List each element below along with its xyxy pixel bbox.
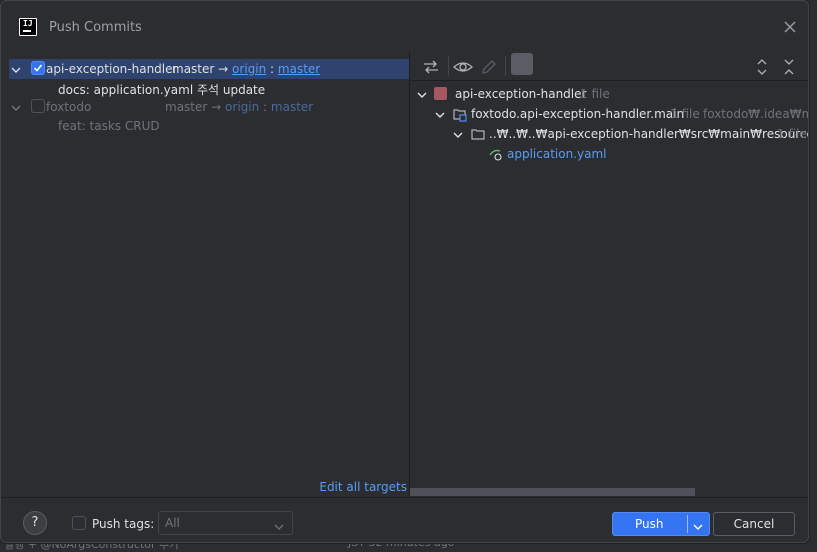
- push-dropdown-chevron-icon[interactable]: [693, 520, 703, 530]
- remote-link[interactable]: origin: [232, 62, 266, 76]
- tree-root-count: 1 file: [580, 87, 610, 101]
- remote-link[interactable]: origin: [225, 100, 259, 114]
- chevron-down-icon[interactable]: [417, 89, 427, 99]
- arrow: →: [211, 100, 222, 114]
- push-commits-dialog: IJ Push Commits api-exception-handler ma…: [0, 0, 809, 543]
- help-button[interactable]: ?: [23, 511, 47, 535]
- push-button-label: Push: [635, 517, 664, 531]
- branch-target: master → origin : master: [165, 100, 313, 114]
- tree-module-label: foxtodo.api-exception-handler.main: [471, 107, 685, 121]
- push-tags-label: Push tags:: [92, 517, 155, 531]
- repo-checkbox-unchecked[interactable]: [31, 99, 45, 113]
- group-by-icon[interactable]: [511, 53, 533, 75]
- eye-icon[interactable]: [452, 56, 474, 78]
- chevron-down-icon: [274, 520, 284, 530]
- repo-color-icon: [434, 87, 447, 100]
- yaml-file-icon: [488, 146, 504, 165]
- commit-message[interactable]: feat: tasks CRUD: [58, 119, 160, 133]
- toolbar-separator: [448, 56, 449, 76]
- edit-all-targets-link[interactable]: Edit all targets: [319, 480, 407, 494]
- remote-branch-link[interactable]: master: [271, 100, 313, 114]
- changes-panel: api-exception-handler 1 file foxtodo.api…: [410, 51, 809, 497]
- bottom-bar: ? Push tags: All Push Cancel: [1, 497, 808, 542]
- module-icon: [452, 106, 468, 125]
- arrow: →: [218, 62, 229, 76]
- push-button[interactable]: Push: [612, 512, 710, 536]
- tree-file[interactable]: application.yaml: [410, 144, 808, 165]
- tree-module-path: foxtodo₩.idea₩mod: [703, 107, 808, 121]
- repo-name: api-exception-handler: [46, 62, 178, 76]
- tree-folder-label: ..₩..₩..₩api-exception-handler₩src₩main₩…: [489, 127, 809, 141]
- separator: :: [270, 62, 275, 76]
- edit-icon[interactable]: [478, 56, 500, 78]
- chevron-down-icon[interactable]: [435, 109, 445, 119]
- tree-folder[interactable]: ..₩..₩..₩api-exception-handler₩src₩main₩…: [410, 124, 809, 145]
- horizontal-scrollbar[interactable]: [410, 488, 695, 496]
- commits-panel: api-exception-handler master → origin : …: [9, 53, 409, 497]
- chevron-down-icon[interactable]: [453, 129, 463, 139]
- push-tags-checkbox[interactable]: [72, 516, 86, 530]
- separator: :: [263, 100, 268, 114]
- chevron-down-icon[interactable]: [11, 102, 21, 112]
- commit-message[interactable]: docs: application.yaml 주석 update: [58, 81, 265, 98]
- branch-target: master → origin : master: [172, 62, 320, 76]
- expand-all-icon[interactable]: [751, 56, 773, 78]
- tree-root-label: api-exception-handler: [455, 87, 587, 101]
- repo-checkbox-checked[interactable]: [31, 61, 45, 75]
- local-branch: master: [165, 100, 208, 114]
- tree-root-repo[interactable]: api-exception-handler 1 file: [410, 84, 808, 104]
- folder-icon: [470, 126, 486, 145]
- cancel-button[interactable]: Cancel: [713, 512, 795, 536]
- tree-file-label: application.yaml: [507, 147, 607, 161]
- tree-module[interactable]: foxtodo.api-exception-handler.main 1 fil…: [410, 104, 808, 125]
- toolbar-separator: [505, 56, 506, 76]
- push-tags-value: All: [165, 516, 180, 530]
- repo-name: foxtodo: [46, 100, 92, 114]
- tree-folder-count: 1 file: [777, 127, 807, 141]
- intellij-logo-icon: IJ: [19, 18, 37, 36]
- collapse-all-icon[interactable]: [778, 56, 800, 78]
- compare-icon[interactable]: [420, 56, 442, 78]
- remote-branch-link[interactable]: master: [278, 62, 320, 76]
- chevron-down-icon[interactable]: [11, 64, 21, 74]
- repo-row-api-exception-handler[interactable]: api-exception-handler master → origin : …: [9, 59, 409, 79]
- repo-row-foxtodo[interactable]: foxtodo master → origin : master: [9, 97, 409, 117]
- tree-module-count: 1 file: [670, 107, 700, 121]
- close-icon[interactable]: [782, 19, 798, 35]
- push-tags-select[interactable]: All: [158, 511, 293, 535]
- local-branch: master: [172, 62, 215, 76]
- push-button-split: [687, 515, 688, 533]
- title-bar: IJ Push Commits: [1, 1, 808, 51]
- dialog-title: Push Commits: [49, 20, 142, 35]
- changes-toolbar: [410, 51, 808, 81]
